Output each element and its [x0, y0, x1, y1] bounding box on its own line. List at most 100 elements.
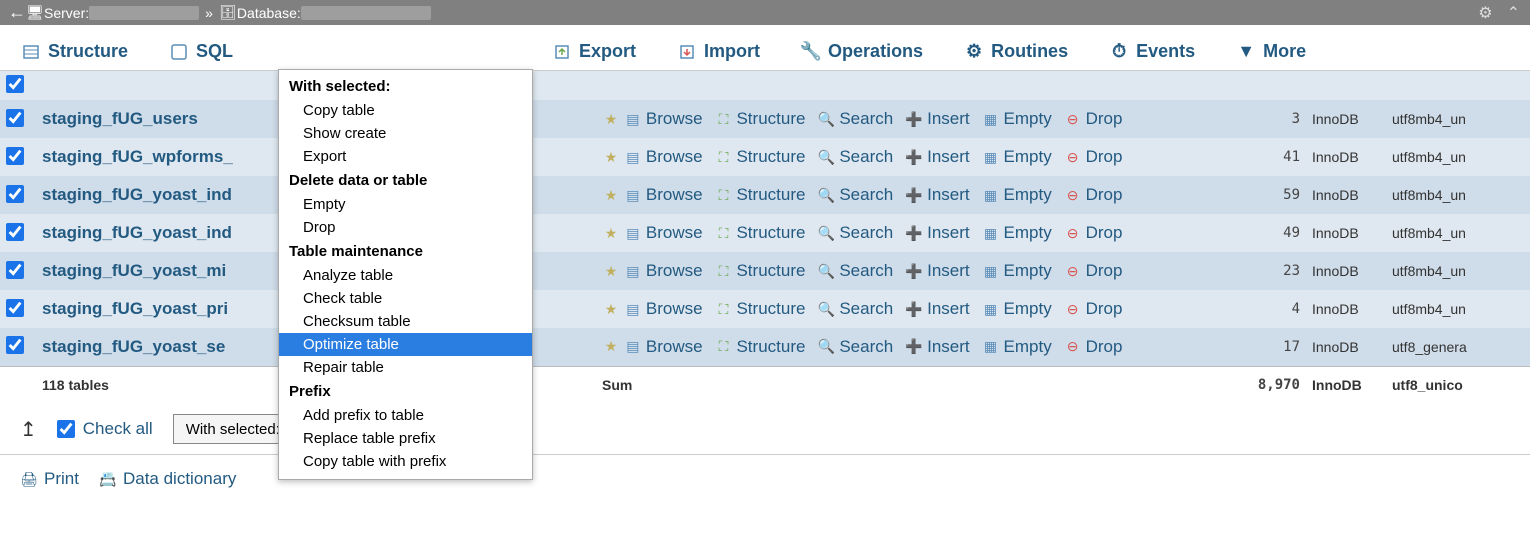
drop-link[interactable]: ⊖Drop — [1064, 299, 1123, 319]
tab-structure[interactable]: Structure — [10, 33, 140, 70]
empty-link[interactable]: ▦Empty — [982, 223, 1052, 243]
tab-more[interactable]: ▼ More — [1225, 33, 1318, 70]
empty-link[interactable]: ▦Empty — [982, 261, 1052, 281]
star-icon[interactable]: ★ — [602, 224, 620, 242]
browse-link[interactable]: ▤Browse — [624, 299, 703, 319]
star-icon[interactable]: ★ — [602, 300, 620, 318]
row-checkbox[interactable] — [6, 299, 24, 317]
search-link[interactable]: 🔍Search — [817, 147, 893, 167]
star-icon[interactable]: ★ — [602, 338, 620, 356]
tab-events[interactable]: ⏱ Events — [1098, 33, 1207, 70]
drop-link[interactable]: ⊖Drop — [1064, 261, 1123, 281]
browse-link[interactable]: ▤Browse — [624, 223, 703, 243]
browse-link[interactable]: ▤Browse — [624, 109, 703, 129]
menu-checksum[interactable]: Checksum table — [279, 310, 532, 333]
structure-link[interactable]: ⛶Structure — [714, 147, 805, 167]
tab-export[interactable]: Export — [541, 33, 648, 70]
export-icon — [553, 43, 571, 61]
server-icon: 🖥 — [26, 4, 44, 22]
row-checkbox[interactable] — [6, 223, 24, 241]
table-name-link[interactable]: staging_fUG_yoast_mi — [42, 261, 226, 280]
row-checkbox[interactable] — [6, 261, 24, 279]
drop-link[interactable]: ⊖Drop — [1064, 185, 1123, 205]
insert-link[interactable]: ➕Insert — [905, 223, 970, 243]
tab-routines[interactable]: ⚙ Routines — [953, 33, 1080, 70]
insert-link[interactable]: ➕Insert — [905, 261, 970, 281]
menu-drop[interactable]: Drop — [279, 216, 532, 239]
back-icon[interactable]: ← — [8, 2, 26, 23]
browse-link[interactable]: ▤Browse — [624, 185, 703, 205]
browse-link[interactable]: ▤Browse — [624, 147, 703, 167]
structure-link[interactable]: ⛶Structure — [714, 261, 805, 281]
database-label: Database: — [237, 5, 301, 21]
menu-export[interactable]: Export — [279, 145, 532, 168]
data-dictionary-link[interactable]: 📇 Data dictionary — [99, 469, 236, 489]
menu-copy-table[interactable]: Copy table — [279, 99, 532, 122]
table-name-link[interactable]: staging_fUG_yoast_ind — [42, 185, 232, 204]
star-icon[interactable]: ★ — [602, 186, 620, 204]
structure-icon: ⛶ — [714, 262, 732, 280]
drop-link[interactable]: ⊖Drop — [1064, 337, 1123, 357]
row-checkbox[interactable] — [6, 109, 24, 127]
structure-link[interactable]: ⛶Structure — [714, 337, 805, 357]
table-name-link[interactable]: staging_fUG_wpforms_ — [42, 147, 233, 166]
collapse-icon[interactable]: ⌃ — [1507, 3, 1520, 23]
empty-link[interactable]: ▦Empty — [982, 185, 1052, 205]
search-link[interactable]: 🔍Search — [817, 337, 893, 357]
star-icon[interactable]: ★ — [602, 110, 620, 128]
operations-icon: 🔧 — [802, 43, 820, 61]
menu-repair[interactable]: Repair table — [279, 356, 532, 379]
empty-icon: ▦ — [982, 224, 1000, 242]
menu-add-prefix[interactable]: Add prefix to table — [279, 404, 532, 427]
insert-link[interactable]: ➕Insert — [905, 185, 970, 205]
table-row: staging_fUG_yoast_se ★ ▤Browse ⛶Structur… — [0, 328, 1530, 366]
search-link[interactable]: 🔍Search — [817, 109, 893, 129]
menu-replace-prefix[interactable]: Replace table prefix — [279, 427, 532, 450]
table-name-link[interactable]: staging_fUG_yoast_ind — [42, 223, 232, 242]
menu-analyze[interactable]: Analyze table — [279, 264, 532, 287]
tab-import[interactable]: Import — [666, 33, 772, 70]
menu-show-create[interactable]: Show create — [279, 122, 532, 145]
menu-check[interactable]: Check table — [279, 287, 532, 310]
empty-link[interactable]: ▦Empty — [982, 109, 1052, 129]
browse-link[interactable]: ▤Browse — [624, 337, 703, 357]
table-name-link[interactable]: staging_fUG_yoast_pri — [42, 299, 228, 318]
insert-link[interactable]: ➕Insert — [905, 109, 970, 129]
row-checkbox[interactable] — [6, 147, 24, 165]
insert-link[interactable]: ➕Insert — [905, 147, 970, 167]
structure-link[interactable]: ⛶Structure — [714, 185, 805, 205]
empty-icon: ▦ — [982, 148, 1000, 166]
search-link[interactable]: 🔍Search — [817, 299, 893, 319]
row-checkbox[interactable] — [6, 75, 24, 93]
structure-link[interactable]: ⛶Structure — [714, 223, 805, 243]
structure-link[interactable]: ⛶Structure — [714, 109, 805, 129]
search-link[interactable]: 🔍Search — [817, 261, 893, 281]
star-icon[interactable]: ★ — [602, 262, 620, 280]
menu-copy-prefix[interactable]: Copy table with prefix — [279, 450, 532, 473]
tab-operations[interactable]: 🔧 Operations — [790, 33, 935, 70]
table-name-link[interactable]: staging_fUG_yoast_se — [42, 337, 225, 356]
insert-link[interactable]: ➕Insert — [905, 337, 970, 357]
check-all-checkbox[interactable] — [57, 420, 75, 438]
gear-icon[interactable]: ⚙ — [1478, 3, 1492, 23]
browse-link[interactable]: ▤Browse — [624, 261, 703, 281]
structure-link[interactable]: ⛶Structure — [714, 299, 805, 319]
drop-link[interactable]: ⊖Drop — [1064, 147, 1123, 167]
table-name-link[interactable]: staging_fUG_users — [42, 109, 198, 128]
insert-link[interactable]: ➕Insert — [905, 299, 970, 319]
empty-link[interactable]: ▦Empty — [982, 299, 1052, 319]
empty-link[interactable]: ▦Empty — [982, 147, 1052, 167]
drop-link[interactable]: ⊖Drop — [1064, 109, 1123, 129]
print-link[interactable]: 🖨 Print — [20, 469, 79, 489]
menu-empty[interactable]: Empty — [279, 193, 532, 216]
row-engine: InnoDB — [1312, 111, 1359, 127]
empty-link[interactable]: ▦Empty — [982, 337, 1052, 357]
menu-optimize[interactable]: Optimize table — [279, 333, 532, 356]
star-icon[interactable]: ★ — [602, 148, 620, 166]
search-link[interactable]: 🔍Search — [817, 185, 893, 205]
drop-link[interactable]: ⊖Drop — [1064, 223, 1123, 243]
tab-sql[interactable]: SQL — [158, 33, 245, 70]
row-checkbox[interactable] — [6, 185, 24, 203]
row-checkbox[interactable] — [6, 336, 24, 354]
search-link[interactable]: 🔍Search — [817, 223, 893, 243]
